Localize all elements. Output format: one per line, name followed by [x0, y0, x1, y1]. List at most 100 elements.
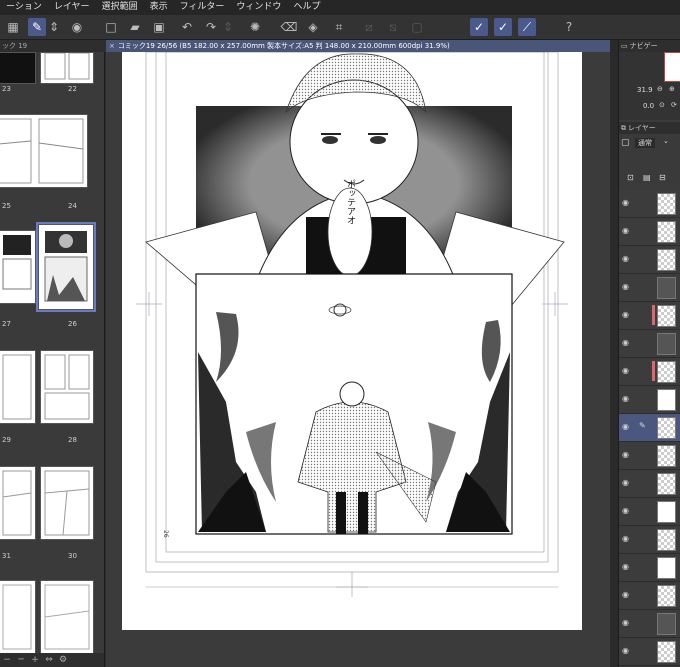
- minus-icon[interactable]: −: [0, 653, 14, 667]
- transform-icon[interactable]: ⧄: [360, 18, 378, 36]
- zoom-in-icon[interactable]: ⊕: [669, 85, 675, 93]
- transform-icon[interactable]: ⧅: [384, 18, 402, 36]
- layer-row-selected[interactable]: ◉ ✎: [619, 414, 680, 442]
- plus-icon[interactable]: +: [28, 653, 42, 667]
- rotate-icon[interactable]: ⟳: [671, 101, 677, 109]
- stepper-icon[interactable]: ⇕: [222, 18, 234, 36]
- page-thumbnail[interactable]: [40, 580, 94, 654]
- canvas-area[interactable]: ポッテアオ 26: [106, 52, 610, 667]
- help-icon[interactable]: ?: [560, 18, 578, 36]
- eye-icon[interactable]: ◉: [622, 254, 629, 263]
- page-panel-tab[interactable]: ック 19: [0, 40, 106, 52]
- eye-icon[interactable]: ◉: [622, 422, 629, 431]
- layer-row[interactable]: ◉: [619, 330, 680, 358]
- layer-thumbnail: [657, 277, 676, 299]
- zoom-out-icon[interactable]: ⊖: [657, 85, 663, 93]
- redo-icon[interactable]: ↷: [202, 18, 220, 36]
- pen-icon[interactable]: ✓: [494, 18, 512, 36]
- navigator-thumbnail[interactable]: [664, 52, 680, 82]
- page-thumbnail[interactable]: [0, 350, 36, 424]
- navigator-header[interactable]: ▭ ナビゲー: [619, 40, 680, 52]
- layer-row[interactable]: ◉: [619, 190, 680, 218]
- menu-animation[interactable]: ーション: [0, 0, 48, 15]
- fill-icon[interactable]: ◈: [304, 18, 322, 36]
- layer-row[interactable]: ◉: [619, 526, 680, 554]
- stepper-icon[interactable]: ⇕: [48, 18, 60, 36]
- vertical-scrollbar[interactable]: [610, 40, 618, 667]
- menu-help[interactable]: ヘルプ: [287, 0, 326, 15]
- brush-icon[interactable]: ⟋: [518, 18, 536, 36]
- eye-icon[interactable]: ◉: [622, 646, 629, 655]
- zoom-value[interactable]: 31.9: [637, 86, 653, 94]
- page-thumbnail[interactable]: [0, 52, 36, 84]
- move-icon[interactable]: ⇔: [42, 653, 56, 667]
- record-icon[interactable]: ◉: [68, 18, 86, 36]
- manga-page[interactable]: ポッテアオ 26: [106, 52, 610, 667]
- reset-icon[interactable]: ⊙: [659, 101, 665, 109]
- menu-window[interactable]: ウィンドウ: [230, 0, 287, 15]
- menu-view[interactable]: 表示: [144, 0, 174, 15]
- eye-icon[interactable]: ◉: [622, 282, 629, 291]
- pen-icon[interactable]: ✓: [470, 18, 488, 36]
- layer-row[interactable]: ◉: [619, 274, 680, 302]
- layer-row[interactable]: ◉: [619, 554, 680, 582]
- layer-row[interactable]: ◉: [619, 498, 680, 526]
- layer-header[interactable]: ⧉ レイヤー: [619, 122, 680, 134]
- layer-row[interactable]: ◉: [619, 470, 680, 498]
- new-layer-icon[interactable]: ⊡: [627, 173, 634, 182]
- layer-row[interactable]: ◉: [619, 302, 680, 330]
- eye-icon[interactable]: ◉: [622, 506, 629, 515]
- clear-icon[interactable]: ⌫: [280, 18, 298, 36]
- transform-icon[interactable]: ▢: [408, 18, 426, 36]
- transparency-icon[interactable]: ▦: [4, 18, 22, 36]
- new-folder-icon[interactable]: ▤: [643, 173, 651, 182]
- eye-icon[interactable]: ◉: [622, 450, 629, 459]
- page-thumbnail[interactable]: [40, 52, 94, 84]
- layer-row[interactable]: ◉: [619, 246, 680, 274]
- layer-row[interactable]: ◉: [619, 442, 680, 470]
- page-thumbnail-selected[interactable]: [36, 222, 96, 312]
- zoom-bar[interactable]: ─: [14, 653, 28, 667]
- layer-row[interactable]: ◉: [619, 582, 680, 610]
- layer-row[interactable]: ◉: [619, 610, 680, 638]
- delete-layer-icon[interactable]: ⊟: [659, 173, 666, 182]
- eye-icon[interactable]: ◉: [622, 534, 629, 543]
- page-thumbnail[interactable]: [40, 350, 94, 424]
- close-tab-icon[interactable]: ×: [106, 42, 118, 50]
- eye-icon[interactable]: ◉: [622, 226, 629, 235]
- eye-icon[interactable]: ◉: [622, 338, 629, 347]
- page-thumbnail[interactable]: [40, 466, 94, 540]
- eye-icon[interactable]: ◉: [622, 478, 629, 487]
- layer-row[interactable]: ◉: [619, 386, 680, 414]
- menu-layer[interactable]: レイヤー: [48, 0, 96, 15]
- menu-filter[interactable]: フィルター: [174, 0, 231, 15]
- chevron-down-icon[interactable]: ⌄: [663, 137, 669, 145]
- page-thumbnail[interactable]: [0, 230, 36, 304]
- new-page-icon[interactable]: □: [102, 18, 120, 36]
- eye-icon[interactable]: ◉: [622, 590, 629, 599]
- eye-icon[interactable]: ◉: [622, 562, 629, 571]
- page-thumbnail[interactable]: [0, 580, 36, 654]
- eye-icon[interactable]: ◉: [622, 394, 629, 403]
- rotate-value[interactable]: 0.0: [643, 102, 654, 110]
- layer-property-icon[interactable]: ▢: [621, 138, 630, 148]
- layer-row[interactable]: ◉: [619, 638, 680, 666]
- menu-selection[interactable]: 選択範囲: [96, 0, 144, 15]
- edit-icon[interactable]: ✎: [28, 18, 46, 36]
- undo-icon[interactable]: ↶: [178, 18, 196, 36]
- eye-icon[interactable]: ◉: [622, 310, 629, 319]
- page-thumbnail[interactable]: [0, 466, 36, 540]
- document-tab[interactable]: × コミック19 26/56 (B5 182.00 x 257.00mm 製本サイ…: [106, 40, 610, 52]
- eye-icon[interactable]: ◉: [622, 198, 629, 207]
- save-icon[interactable]: ▣: [150, 18, 168, 36]
- settings-icon[interactable]: ⚙: [56, 653, 70, 667]
- layer-row[interactable]: ◉: [619, 358, 680, 386]
- crop-icon[interactable]: ⌗: [330, 18, 348, 36]
- eye-icon[interactable]: ◉: [622, 618, 629, 627]
- page-spread-thumbnail[interactable]: [0, 114, 88, 188]
- eye-icon[interactable]: ◉: [622, 366, 629, 375]
- open-folder-icon[interactable]: ▰: [126, 18, 144, 36]
- loading-icon[interactable]: ✺: [246, 18, 264, 36]
- layer-row[interactable]: ◉: [619, 218, 680, 246]
- blend-mode-select[interactable]: 通常: [635, 138, 655, 148]
